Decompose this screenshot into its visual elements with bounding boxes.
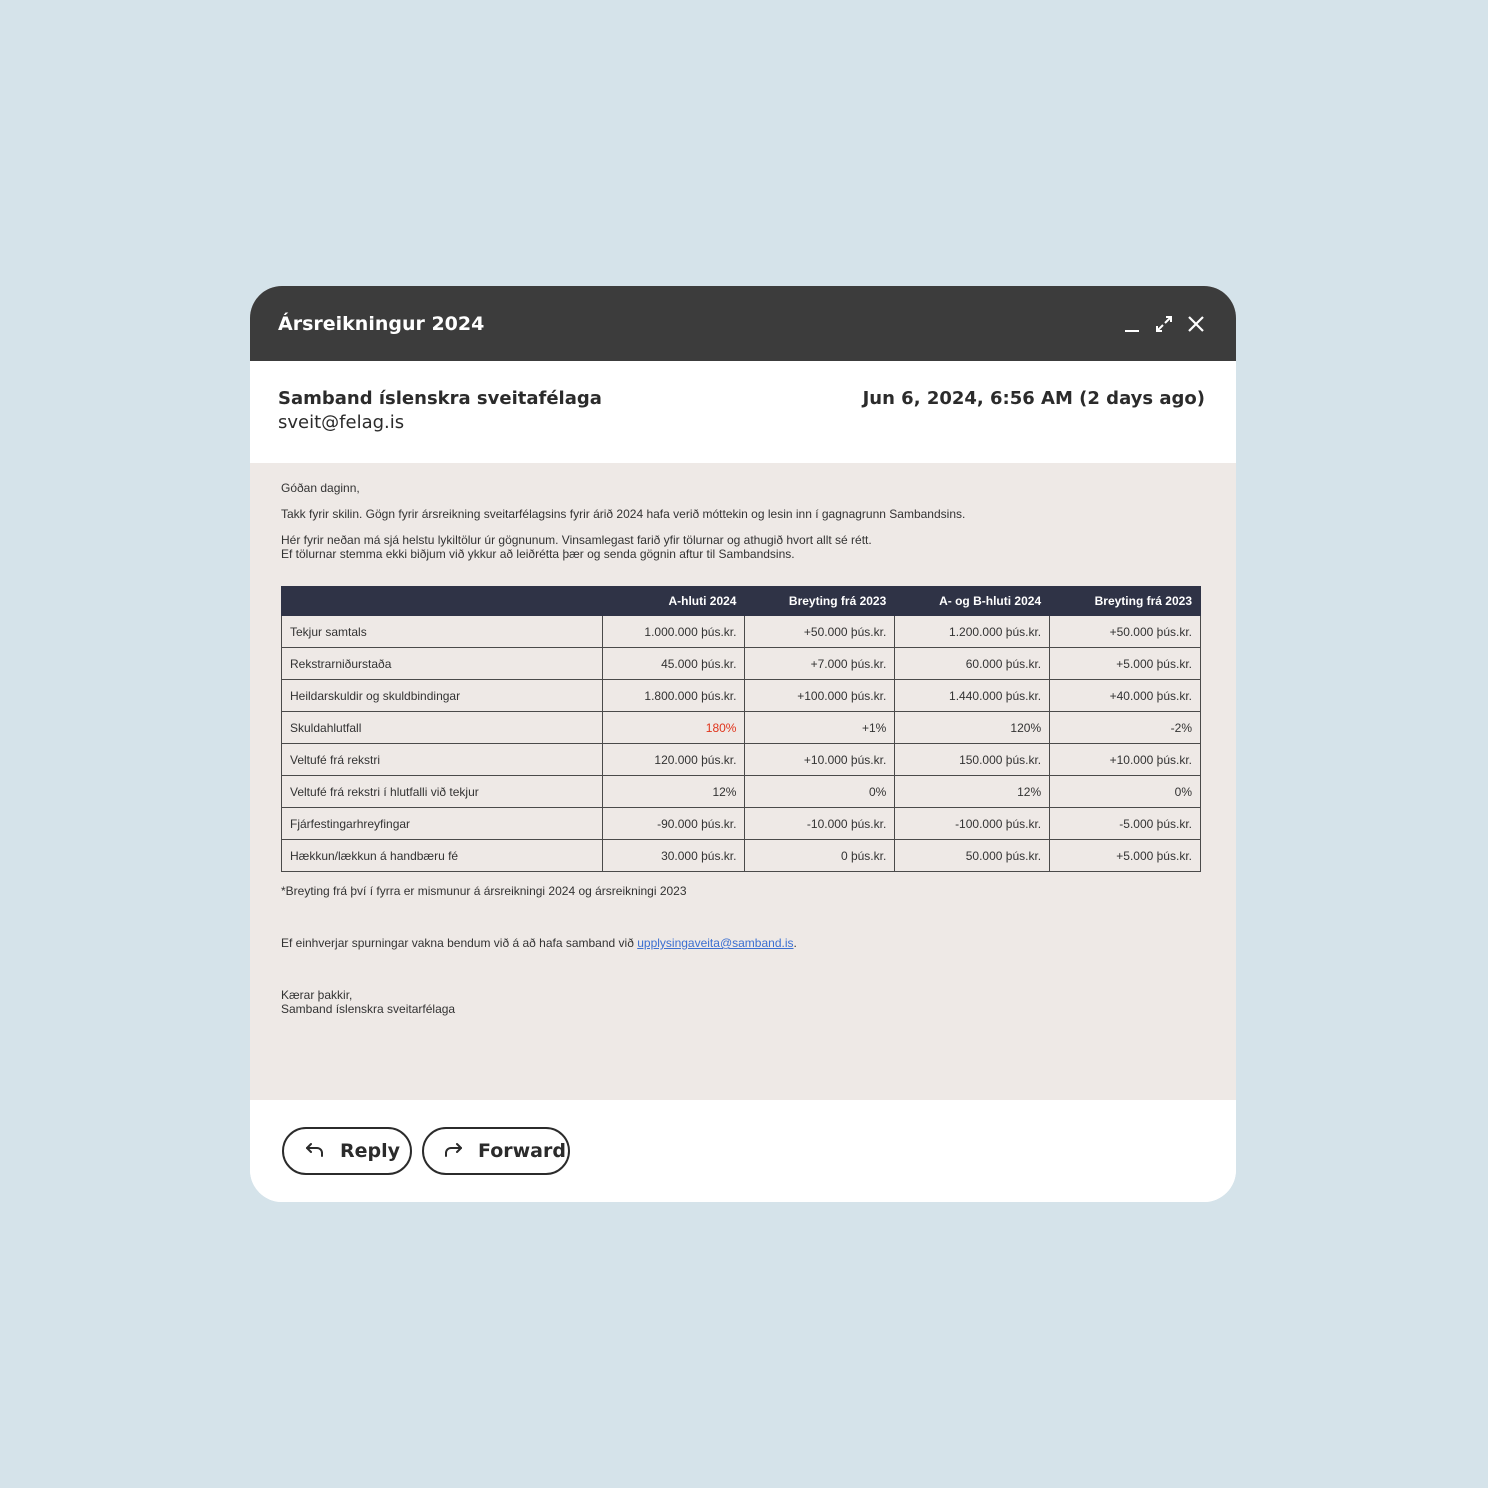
row-label: Veltufé frá rekstri	[281, 743, 603, 776]
table-row: Heildarskuldir og skuldbindingar 1.800.0…	[281, 679, 1201, 712]
forward-button[interactable]: Forward	[422, 1127, 570, 1175]
table-row: Veltufé frá rekstri í hlutfalli við tekj…	[281, 775, 1201, 808]
signoff: Kærar þakkir,	[281, 988, 353, 1002]
table-cell: 45.000 þús.kr.	[601, 647, 746, 680]
table-cell: 12%	[894, 775, 1051, 808]
sender-email: sveit@felag.is	[278, 412, 405, 433]
table-cell: +10.000 þús.kr.	[744, 743, 896, 776]
email-window: Ársreikningur 2024 Samband íslenskra sve…	[250, 286, 1236, 1202]
row-label: Heildarskuldir og skuldbindingar	[281, 679, 603, 712]
table-cell: 30.000 þús.kr.	[601, 839, 746, 872]
table-cell: 0 þús.kr.	[744, 839, 896, 872]
table-row: Fjárfestingarhreyfingar -90.000 þús.kr. …	[281, 807, 1201, 840]
window-controls	[1120, 312, 1208, 336]
table-row: Skuldahlutfall 180% +1% 120% -2%	[281, 711, 1201, 744]
row-label: Veltufé frá rekstri í hlutfalli við tekj…	[281, 775, 603, 808]
reply-icon	[304, 1140, 326, 1162]
table-cell: -5.000 þús.kr.	[1049, 807, 1201, 840]
greeting: Góðan daginn,	[281, 481, 360, 495]
key-figures-table: A-hluti 2024 Breyting frá 2023 A- og B-h…	[281, 586, 1201, 872]
row-label: Rekstrarniðurstaða	[281, 647, 603, 680]
table-cell: 120%	[894, 711, 1051, 744]
table-cell: +40.000 þús.kr.	[1049, 679, 1201, 712]
email-header: Samband íslenskra sveitafélaga sveit@fel…	[250, 361, 1236, 463]
table-header-cell: Breyting frá 2023	[744, 586, 896, 616]
body-paragraph-2-line-2: Ef tölurnar stemma ekki biðjum við ykkur…	[281, 547, 795, 561]
table-cell: 120.000 þús.kr.	[601, 743, 746, 776]
table-cell: +100.000 þús.kr.	[744, 679, 896, 712]
body-paragraph-2-line-1: Hér fyrir neðan má sjá helstu lykiltölur…	[281, 533, 872, 547]
signature: Samband íslenskra sveitarfélaga	[281, 1002, 456, 1016]
table-row: Hækkun/lækkun á handbæru fé 30.000 þús.k…	[281, 839, 1201, 872]
email-date: Jun 6, 2024, 6:56 AM (2 days ago)	[862, 388, 1205, 409]
body-paragraph-1: Takk fyrir skilin. Gögn fyrir ársreiknin…	[281, 507, 966, 521]
contact-paragraph: Ef einhverjar spurningar vakna bendum vi…	[281, 936, 797, 950]
sender-name: Samband íslenskra sveitafélaga	[278, 388, 602, 409]
table-cell: 60.000 þús.kr.	[894, 647, 1051, 680]
table-cell: +50.000 þús.kr.	[744, 615, 896, 648]
table-cell: -100.000 þús.kr.	[894, 807, 1051, 840]
table-cell: +10.000 þús.kr.	[1049, 743, 1201, 776]
table-cell: -10.000 þús.kr.	[744, 807, 896, 840]
expand-icon[interactable]	[1152, 312, 1176, 336]
table-cell: 1.000.000 þús.kr.	[601, 615, 746, 648]
table-cell: +5.000 þús.kr.	[1049, 839, 1201, 872]
sender-block: Samband íslenskra sveitafélaga sveit@fel…	[278, 388, 602, 433]
reply-label: Reply	[340, 1140, 401, 1162]
contact-email-link[interactable]: upplysingaveita@samband.is	[637, 936, 793, 950]
table-header-cell: A-hluti 2024	[601, 586, 746, 616]
row-label: Fjárfestingarhreyfingar	[281, 807, 603, 840]
table-cell-highlighted: 180%	[601, 711, 746, 744]
row-label: Skuldahlutfall	[281, 711, 603, 744]
action-bar: Reply Forward	[250, 1100, 1236, 1202]
table-cell: 1.800.000 þús.kr.	[601, 679, 746, 712]
close-icon[interactable]	[1184, 312, 1208, 336]
table-cell: 1.200.000 þús.kr.	[894, 615, 1051, 648]
window-title: Ársreikningur 2024	[278, 312, 485, 335]
table-row: Tekjur samtals 1.000.000 þús.kr. +50.000…	[281, 615, 1201, 648]
table-cell: +1%	[744, 711, 896, 744]
email-body: Góðan daginn, Takk fyrir skilin. Gögn fy…	[250, 463, 1236, 1100]
row-label: Tekjur samtals	[281, 615, 603, 648]
table-cell: -90.000 þús.kr.	[601, 807, 746, 840]
table-cell: 0%	[1049, 775, 1201, 808]
reply-button[interactable]: Reply	[282, 1127, 412, 1175]
table-cell: 0%	[744, 775, 896, 808]
table-header-cell: A- og B-hluti 2024	[894, 586, 1051, 616]
forward-icon	[442, 1140, 464, 1162]
contact-text: Ef einhverjar spurningar vakna bendum vi…	[281, 936, 638, 950]
minimize-icon[interactable]	[1120, 312, 1144, 336]
table-header-row: A-hluti 2024 Breyting frá 2023 A- og B-h…	[281, 586, 1201, 616]
footnote: *Breyting frá því í fyrra er mismunur á …	[281, 884, 687, 898]
table-cell: 50.000 þús.kr.	[894, 839, 1051, 872]
table-row: Veltufé frá rekstri 120.000 þús.kr. +10.…	[281, 743, 1201, 776]
contact-end: .	[793, 936, 797, 950]
title-bar: Ársreikningur 2024	[250, 286, 1236, 361]
table-cell: 1.440.000 þús.kr.	[894, 679, 1051, 712]
row-label: Hækkun/lækkun á handbæru fé	[281, 839, 603, 872]
table-cell: +5.000 þús.kr.	[1049, 647, 1201, 680]
table-row: Rekstrarniðurstaða 45.000 þús.kr. +7.000…	[281, 647, 1201, 680]
table-cell: 12%	[601, 775, 746, 808]
forward-label: Forward	[478, 1140, 566, 1162]
table-cell: 150.000 þús.kr.	[894, 743, 1051, 776]
table-cell: +7.000 þús.kr.	[744, 647, 896, 680]
table-header-cell: Breyting frá 2023	[1049, 586, 1201, 616]
table-cell: -2%	[1049, 711, 1201, 744]
table-header-cell	[281, 586, 603, 616]
table-cell: +50.000 þús.kr.	[1049, 615, 1201, 648]
